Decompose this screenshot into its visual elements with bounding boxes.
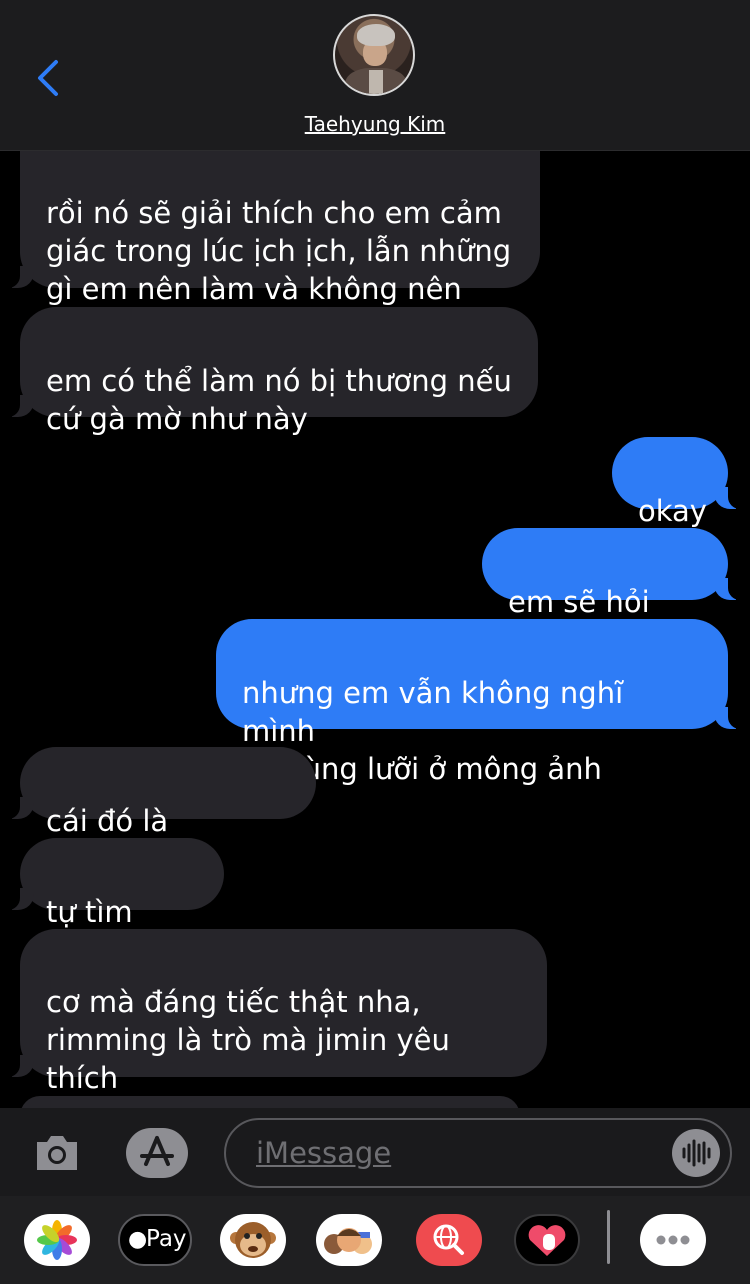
imessage-placeholder: iMessage	[256, 1136, 392, 1170]
contact-avatar[interactable]	[333, 14, 415, 96]
appstore-button[interactable]	[126, 1128, 188, 1178]
chevron-left-icon	[38, 60, 58, 96]
camera-button[interactable]	[33, 1130, 81, 1174]
back-button[interactable]	[30, 56, 70, 100]
more-icon	[656, 1235, 690, 1245]
apple-pay-label: Pay	[146, 1226, 187, 1252]
digital-touch-icon	[528, 1225, 566, 1256]
apple-pay-app[interactable]: ● Pay	[118, 1214, 192, 1266]
message-incoming[interactable]: cơ mà đáng tiếc thật nha, rimming là trò…	[0, 929, 547, 1176]
message-thread: rồi nó sẽ giải thích cho em cảm giác tro…	[0, 0, 750, 1284]
message-incoming[interactable]: cái đó là rimming	[0, 747, 316, 876]
appstore-icon	[140, 1136, 174, 1166]
audio-waveform-icon	[682, 1139, 711, 1167]
photos-icon	[37, 1220, 77, 1260]
message-outgoing[interactable]: em sẽ hỏi thử	[482, 528, 748, 657]
message-incoming[interactable]: em có thể làm nó bị thương nếu cứ gà mờ …	[0, 307, 538, 436]
message-input-bar: iMessage	[0, 1108, 750, 1196]
camera-icon	[37, 1136, 77, 1170]
web-search-app[interactable]	[416, 1214, 482, 1266]
web-search-icon	[433, 1224, 464, 1255]
message-outgoing[interactable]: okay	[612, 437, 748, 528]
digital-touch-app[interactable]	[514, 1214, 580, 1266]
memoji-stickers-icon	[324, 1228, 372, 1254]
imessage-input[interactable]: iMessage	[224, 1118, 732, 1188]
message-incoming[interactable]: rồi nó sẽ giải thích cho em cảm giác tro…	[0, 140, 540, 344]
message-text: okay	[638, 494, 707, 528]
app-drawer-divider	[607, 1210, 610, 1264]
message-text: cơ mà đáng tiếc thật nha, rimming là trò…	[46, 985, 450, 1095]
apple-pay-icon: ●	[128, 1227, 148, 1252]
message-incoming[interactable]: tự tìm hiểu	[0, 838, 224, 967]
more-apps-button[interactable]	[640, 1214, 706, 1266]
message-text: em có thể làm nó bị thương nếu cứ gà mờ …	[46, 364, 512, 436]
audio-message-button[interactable]	[672, 1129, 720, 1177]
memoji-monkey-icon	[230, 1222, 276, 1258]
memoji-monkey-app[interactable]	[220, 1214, 286, 1266]
contact-name[interactable]: Taehyung Kim	[0, 112, 750, 136]
message-outgoing[interactable]: nhưng em vẫn không nghĩ mình sẽ dùng lưỡ…	[216, 619, 748, 786]
conversation-header: Taehyung Kim	[0, 0, 750, 151]
photos-app[interactable]	[24, 1214, 90, 1266]
memoji-stickers-app[interactable]	[316, 1214, 382, 1266]
app-drawer: ● Pay	[0, 1196, 750, 1284]
